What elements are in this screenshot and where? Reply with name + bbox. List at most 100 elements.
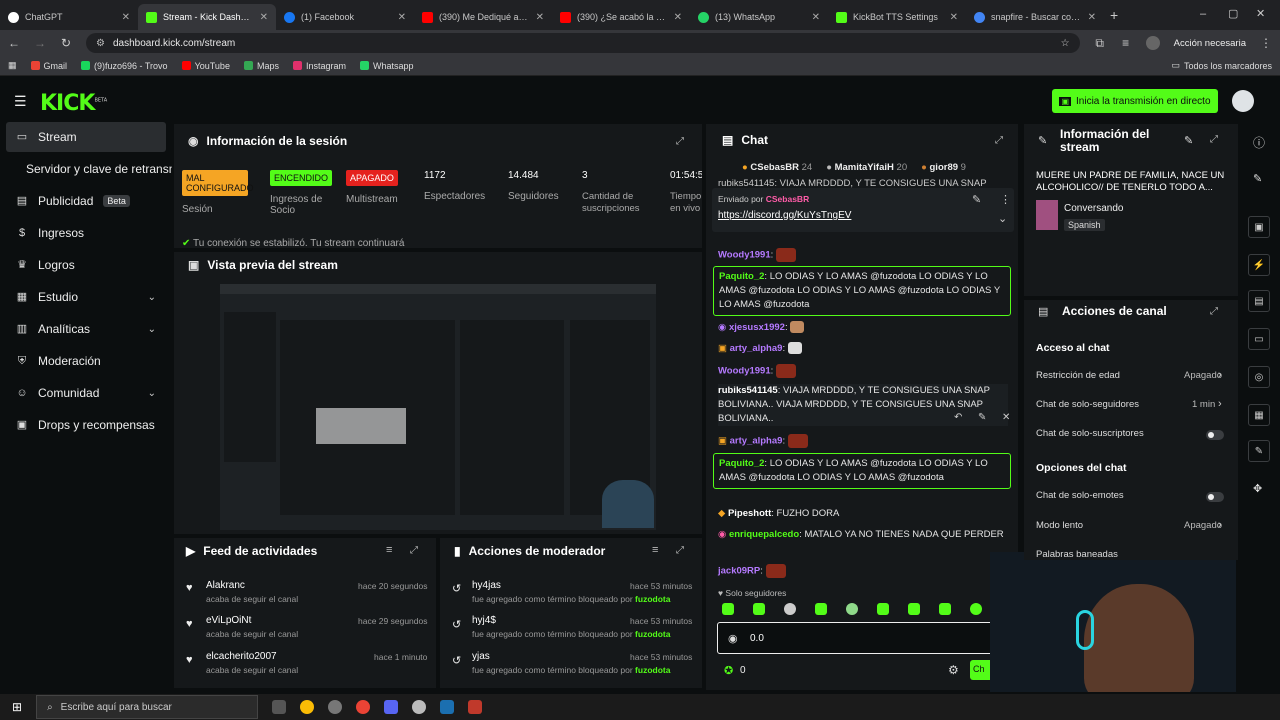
expand-icon[interactable]: ⤢: [676, 136, 684, 147]
extensions-icon[interactable]: ⧉: [1094, 36, 1106, 51]
tool-button[interactable]: ▦: [1248, 404, 1270, 426]
tool-button[interactable]: ▭: [1248, 328, 1270, 350]
chevron-down-icon[interactable]: ⌄: [998, 212, 1007, 225]
browser-tab-active[interactable]: Stream - Kick Dashboard ✕: [138, 4, 276, 30]
browser-tab[interactable]: (13) WhatsApp ✕: [690, 4, 828, 30]
bookmark-instagram[interactable]: Instagram: [292, 61, 346, 71]
sidebar-item-revenue[interactable]: $ Ingresos: [6, 218, 166, 248]
bookmark-whatsapp[interactable]: Whatsapp: [360, 61, 414, 71]
maximize-icon[interactable]: ▢: [1228, 7, 1238, 20]
emote-icon[interactable]: [908, 603, 920, 615]
sidebar-item-moderation[interactable]: ⛨ Moderación: [6, 346, 166, 376]
chrome-active-icon[interactable]: [356, 700, 371, 714]
avatar[interactable]: [1145, 36, 1160, 50]
tool-button[interactable]: ▤: [1248, 290, 1270, 312]
chat-message[interactable]: ◉ xjesusx1992:: [718, 321, 1008, 335]
gifter[interactable]: ● gior89 9: [921, 162, 966, 173]
close-tab-icon[interactable]: ✕: [674, 12, 682, 23]
pin-message-icon[interactable]: ✎: [978, 412, 986, 423]
expand-icon[interactable]: ⤢: [676, 545, 684, 556]
bookmark-gmail[interactable]: Gmail: [30, 61, 67, 71]
close-tab-icon[interactable]: ✕: [122, 12, 130, 23]
bookmark-maps[interactable]: Maps: [243, 61, 279, 71]
sidebar-item-community[interactable]: ☺ Comunidad ⌄: [6, 378, 166, 408]
chat-message[interactable]: rubiks541145: VIAJA MRDDDD, Y TE CONSIGU…: [718, 384, 1008, 426]
edit-icon[interactable]: ✎: [1184, 134, 1193, 147]
pinned-user[interactable]: CSebasBR: [766, 194, 809, 204]
tool-button[interactable]: ◎: [1248, 366, 1270, 388]
browser-tab[interactable]: (390) Me Dediqué a Pe... ✕: [414, 4, 552, 30]
discord-icon[interactable]: [384, 700, 399, 714]
chat-username[interactable]: Woody1991: [718, 366, 771, 377]
category-thumb[interactable]: [1036, 200, 1058, 230]
chevron-right-icon[interactable]: ›: [1218, 519, 1222, 531]
minimize-icon[interactable]: –: [1200, 8, 1206, 20]
browser-tab[interactable]: ChatGPT ✕: [0, 4, 138, 30]
emote-icon[interactable]: [970, 603, 982, 615]
task-view-icon[interactable]: [272, 700, 287, 714]
close-tab-icon[interactable]: ✕: [1088, 12, 1096, 23]
mod-user[interactable]: fuzodota: [635, 629, 670, 639]
browser-tab[interactable]: snapfire - Buscar con Goo... ✕: [966, 4, 1104, 30]
chat-username[interactable]: jack09RP: [718, 566, 760, 577]
back-icon[interactable]: ←: [8, 36, 20, 50]
close-tab-icon[interactable]: ✕: [536, 12, 544, 23]
chrome-icon[interactable]: [300, 700, 315, 714]
bookmark-trovo[interactable]: (9)fuzo696 - Trovo: [81, 61, 168, 71]
more-options-icon[interactable]: ⋮: [1000, 193, 1011, 206]
category-name[interactable]: Conversando: [1064, 203, 1123, 214]
chat-username[interactable]: xjesusx1992: [729, 322, 785, 333]
mod-user[interactable]: fuzodota: [635, 665, 670, 675]
pin-icon[interactable]: ✎: [972, 193, 981, 206]
gifter[interactable]: ● CSebasBR 24: [742, 162, 812, 173]
app-icon[interactable]: [412, 700, 427, 714]
send-button[interactable]: Ch: [970, 660, 992, 680]
chat-username[interactable]: arty_alpha9: [730, 436, 783, 447]
avatar[interactable]: [1232, 90, 1254, 112]
all-bookmarks[interactable]: ▭ Todos los marcadores: [1171, 60, 1272, 71]
browser-tab[interactable]: KickBot TTS Settings ✕: [828, 4, 966, 30]
chat-message-highlighted[interactable]: Paquito_2: LO ODIAS Y LO AMAS @fuzodota …: [713, 266, 1011, 316]
gifter[interactable]: ● MamitaYifaiH 20: [826, 162, 907, 173]
profile-action-label[interactable]: Acción necesaria: [1174, 38, 1246, 49]
reply-icon[interactable]: ↶: [954, 412, 962, 423]
steam-icon[interactable]: [440, 700, 455, 714]
feed-user[interactable]: elcacherito2007: [206, 651, 277, 662]
gear-icon[interactable]: ⚙: [948, 663, 959, 677]
info-icon[interactable]: ⓘ: [1253, 134, 1265, 151]
emoji-icon[interactable]: ◉: [728, 632, 738, 645]
chat-username[interactable]: Paquito_2: [719, 458, 764, 469]
chevron-right-icon[interactable]: ›: [1218, 369, 1222, 381]
emote-icon[interactable]: [877, 603, 889, 615]
sidebar-item-drops[interactable]: ▣ Drops y recompensas: [6, 410, 166, 440]
edit-layout-icon[interactable]: ✎: [1253, 172, 1262, 185]
tool-button[interactable]: ⚡: [1248, 254, 1270, 276]
subs-only-toggle[interactable]: [1206, 430, 1224, 440]
dota-icon[interactable]: [468, 700, 483, 714]
chat-message[interactable]: jack09RP:: [718, 564, 1008, 579]
setting-value[interactable]: Apagado: [1184, 520, 1222, 531]
setting-value[interactable]: 1 min: [1192, 399, 1215, 410]
tool-button[interactable]: ✎: [1248, 440, 1270, 462]
emote-icon[interactable]: [722, 603, 734, 615]
chat-username[interactable]: Pipeshott: [728, 508, 771, 519]
expand-icon[interactable]: ⤢: [410, 545, 418, 556]
media-icon[interactable]: ≡: [1120, 36, 1132, 50]
chat-message[interactable]: ▣ arty_alpha9:: [718, 434, 1008, 449]
windows-start-icon[interactable]: ⊞: [12, 700, 22, 714]
hamburger-menu-icon[interactable]: ☰: [14, 93, 27, 110]
forward-icon[interactable]: →: [34, 36, 46, 50]
pinned-message[interactable]: Enviado por CSebasBR ✎ ⋮ https://discord…: [712, 188, 1014, 232]
close-tab-icon[interactable]: ✕: [398, 12, 406, 23]
emote-icon[interactable]: [815, 603, 827, 615]
chat-username[interactable]: arty_alpha9: [730, 343, 783, 354]
chat-message[interactable]: ◉ enriquepalcedo: MATALO YA NO TIENES NA…: [718, 528, 1008, 542]
mod-user[interactable]: fuzodota: [635, 594, 670, 604]
taskbar-search[interactable]: ⌕ Escribe aquí para buscar: [36, 695, 259, 719]
chat-username[interactable]: Woody1991: [718, 250, 771, 261]
chat-message[interactable]: Woody1991:: [718, 364, 1008, 379]
drag-icon[interactable]: ✥: [1253, 482, 1262, 495]
kick-logo[interactable]: KICKBETA: [40, 91, 107, 116]
close-tab-icon[interactable]: ✕: [812, 12, 820, 23]
close-tab-icon[interactable]: ✕: [950, 12, 958, 23]
